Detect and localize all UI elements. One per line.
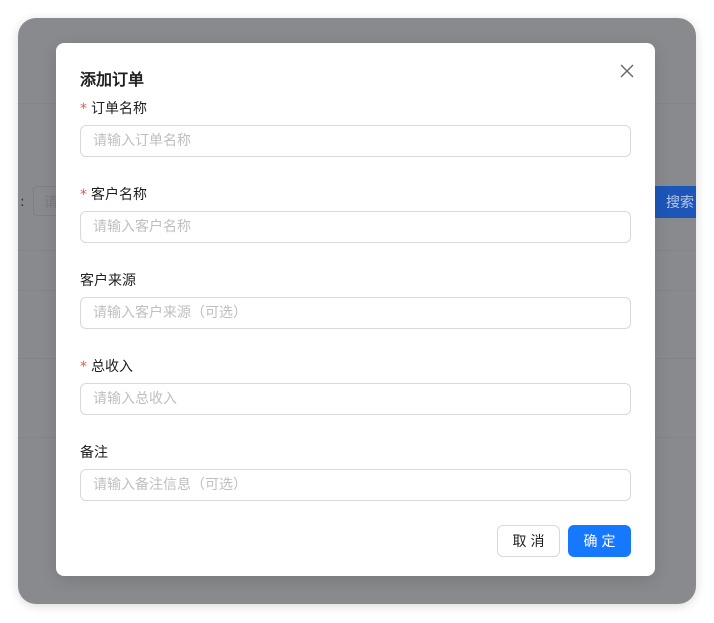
label-text: 客户名称 [91, 187, 147, 203]
add-order-dialog: 添加订单 *订单名称 *客户名称 客户来源 *总收入 备注 取消 确定 [56, 43, 655, 576]
customer-source-label: 客户来源 [80, 273, 136, 289]
cancel-button[interactable]: 取消 [497, 525, 560, 557]
close-icon[interactable] [618, 62, 636, 80]
dialog-title: 添加订单 [80, 70, 145, 89]
total-income-input[interactable] [80, 383, 631, 415]
remark-input[interactable] [80, 469, 631, 501]
remark-label: 备注 [80, 445, 108, 461]
customer-name-label: * 客户名称 [80, 184, 147, 204]
confirm-button[interactable]: 确定 [568, 525, 631, 557]
customer-name-input[interactable] [80, 211, 631, 243]
label-text: 总收入 [91, 359, 133, 375]
required-mark: * [80, 187, 87, 203]
customer-source-input[interactable] [80, 297, 631, 329]
search-button[interactable]: 搜索 [654, 186, 696, 218]
order-name-input[interactable] [80, 125, 631, 157]
order-name-label: * 订单名称 [80, 98, 147, 118]
required-mark: * [80, 359, 87, 375]
total-income-label: * 总收入 [80, 356, 133, 376]
label-text: 订单名称 [91, 101, 147, 117]
required-mark: * [80, 101, 87, 117]
filter-label-suffix: : [20, 194, 25, 210]
